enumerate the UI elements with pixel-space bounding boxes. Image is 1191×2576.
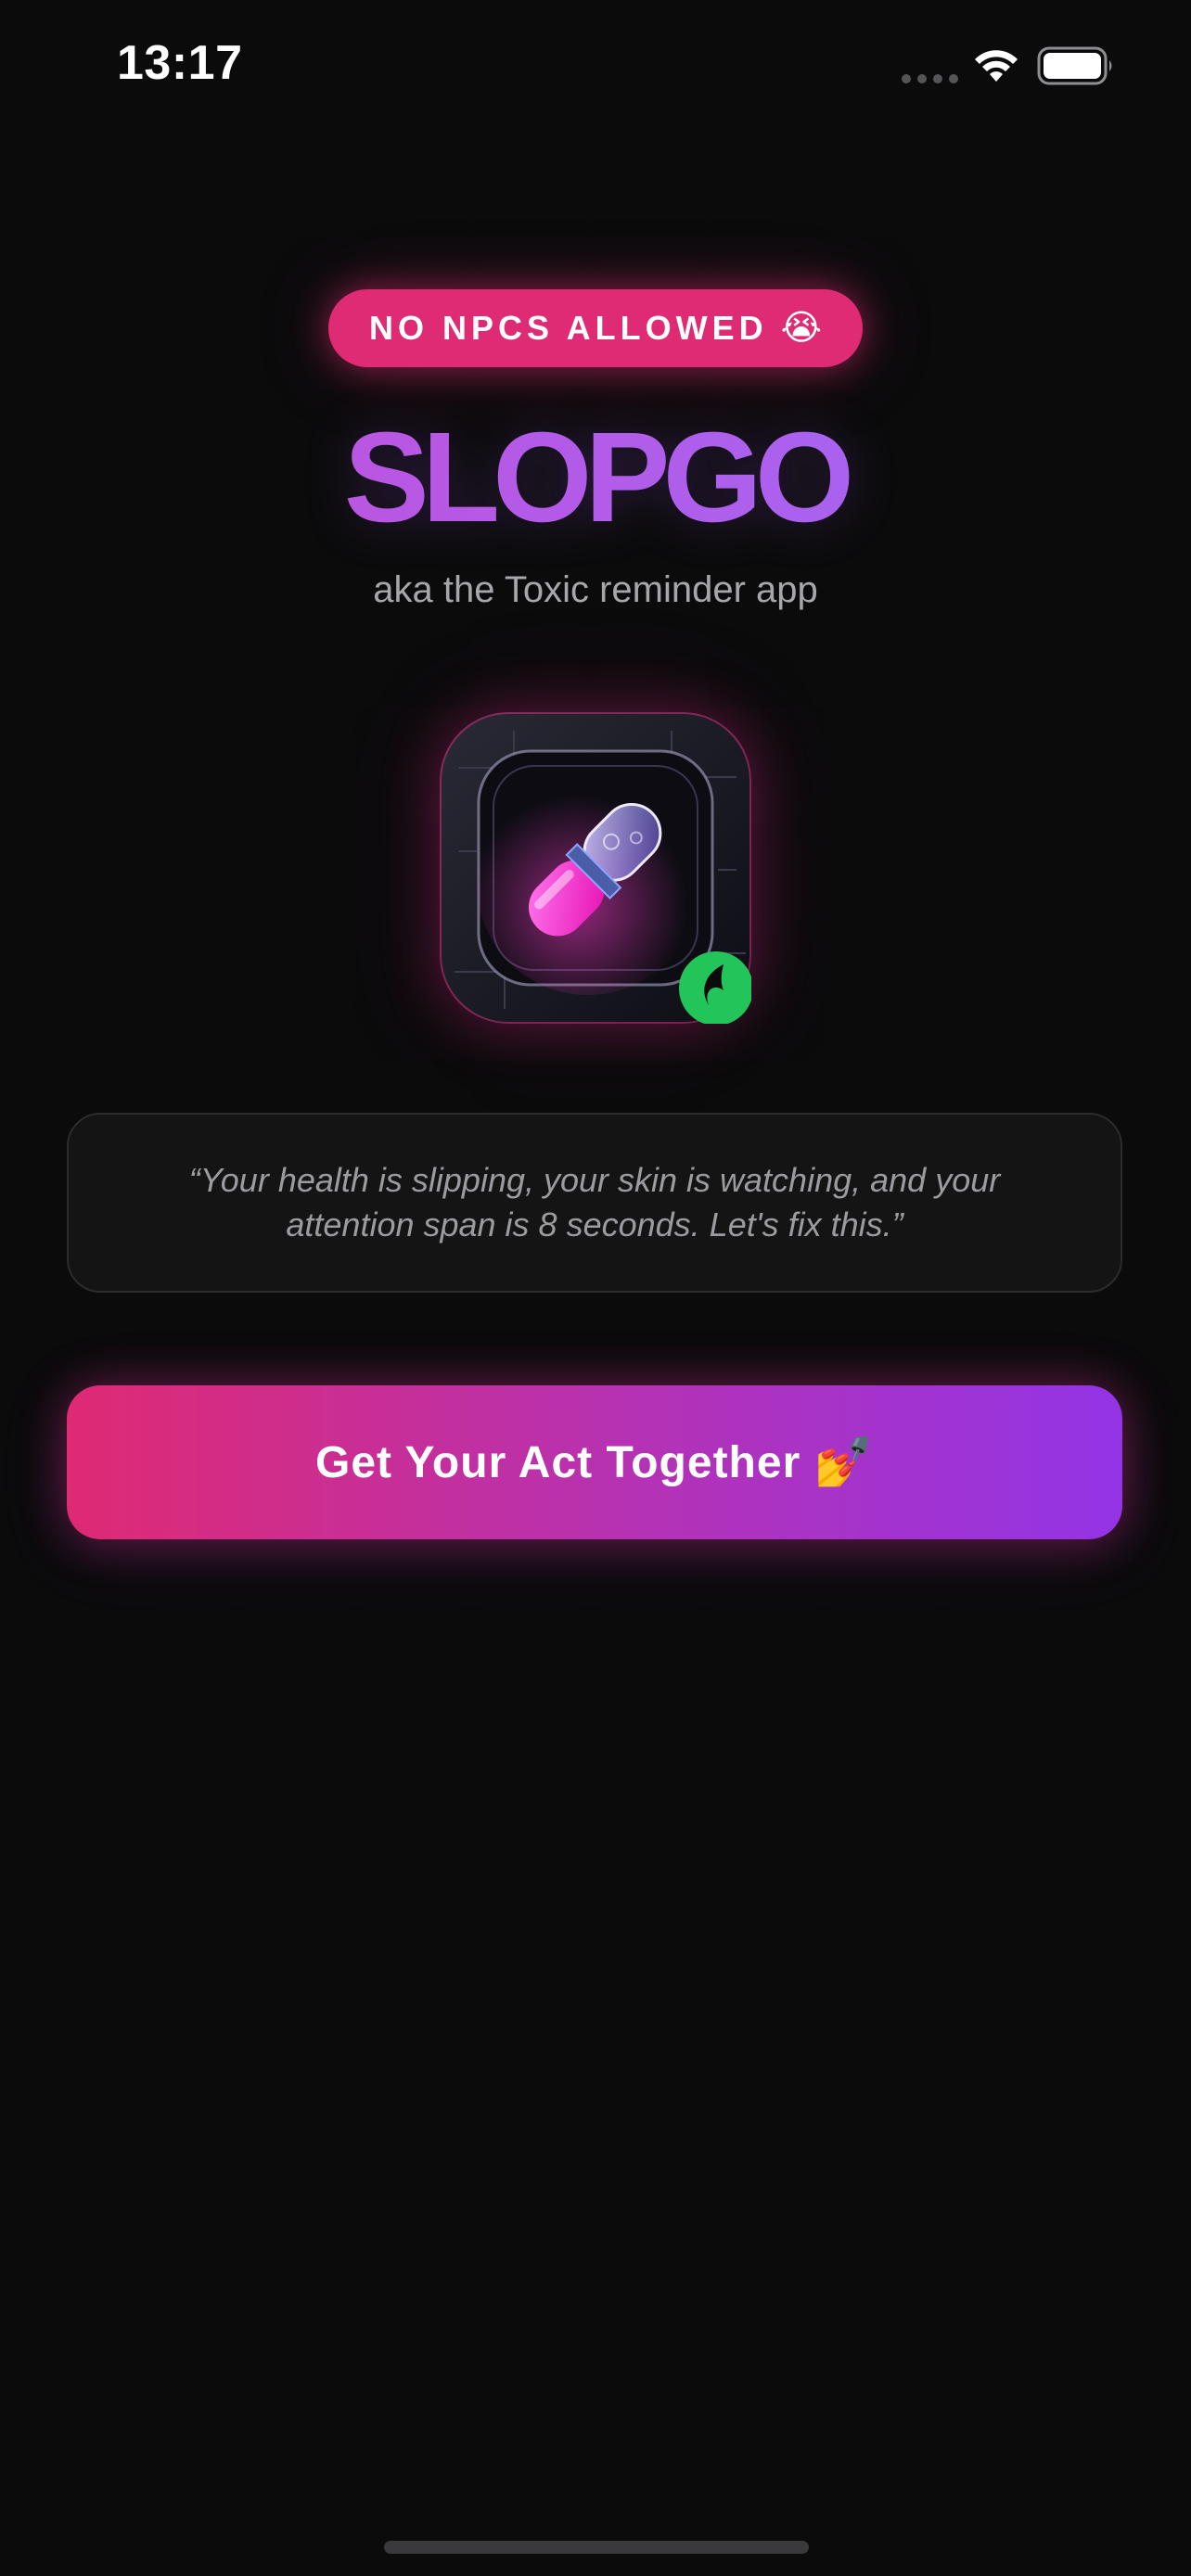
crying-emoji-icon: 😭 — [780, 309, 823, 348]
quote-card: “Your health is slipping, your skin is w… — [67, 1113, 1122, 1293]
cta-label: Get Your Act Together — [314, 1437, 801, 1487]
pill-app-icon — [440, 712, 751, 1024]
app-title: SLOPGO — [0, 408, 1191, 547]
wifi-icon — [975, 50, 1018, 82]
quote-text: “Your health is slipping, your skin is w… — [188, 1161, 1001, 1243]
badge-label: NO NPCS ALLOWED — [368, 309, 768, 347]
no-npcs-badge: NO NPCS ALLOWED 😭 — [328, 289, 863, 367]
get-your-act-together-button[interactable]: Get Your Act Together 💅 — [67, 1385, 1122, 1539]
home-indicator[interactable] — [384, 2541, 809, 2554]
cellular-signal-icon — [902, 74, 958, 83]
status-time: 13:17 — [117, 36, 243, 90]
nail-polish-emoji-icon: 💅 — [813, 1435, 874, 1489]
battery-icon — [1037, 46, 1112, 85]
app-subtitle: aka the Toxic reminder app — [373, 569, 818, 610]
